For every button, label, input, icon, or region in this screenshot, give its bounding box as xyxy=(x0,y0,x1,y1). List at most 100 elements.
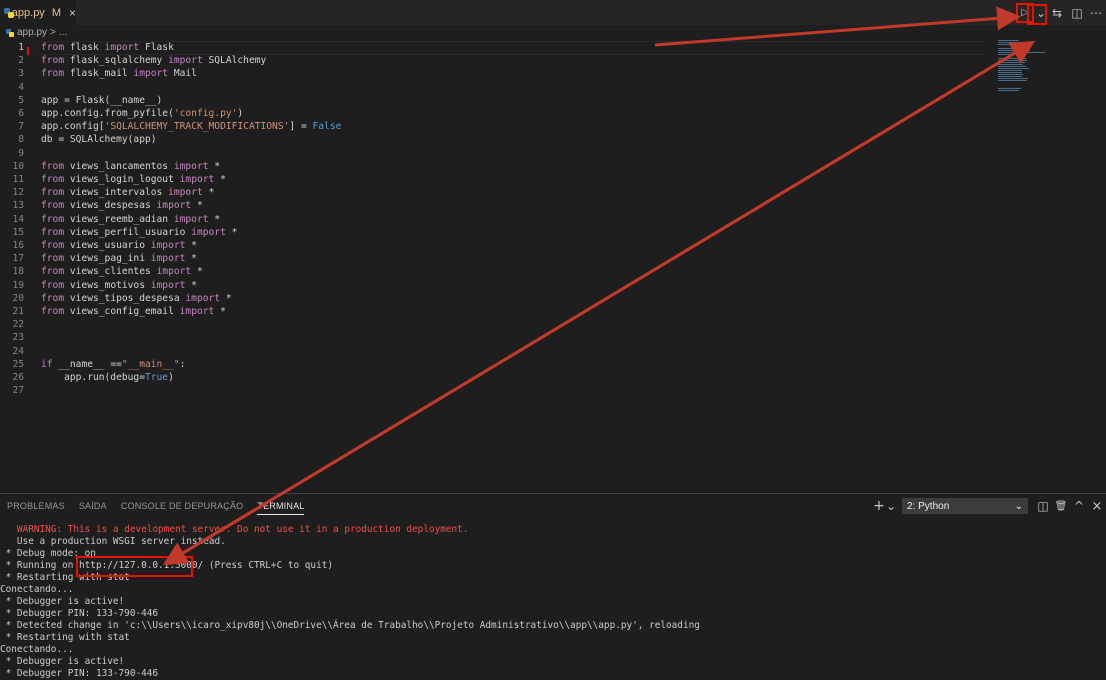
code-token: import xyxy=(133,68,169,80)
split-editor-icon[interactable]: ◫ xyxy=(1068,6,1086,20)
code-token: views_clientes xyxy=(64,266,157,278)
tab-app-py[interactable]: app.py M × xyxy=(0,0,76,25)
line-number: 3 xyxy=(18,68,24,80)
code-line[interactable]: 11 from views_login_logout import * xyxy=(0,173,980,186)
code-token: import xyxy=(156,200,192,212)
line-number: 23 xyxy=(12,332,24,344)
code-token: app.run(debug= xyxy=(41,372,145,383)
code-token: ) xyxy=(168,372,174,383)
minimap-line xyxy=(998,76,1023,77)
code-line[interactable]: 22 xyxy=(0,318,980,331)
panel-tab[interactable]: SAÍDA xyxy=(79,501,107,511)
code-line[interactable]: 27 xyxy=(0,384,980,397)
minimap-line xyxy=(998,88,1021,89)
code-token: from xyxy=(41,213,65,225)
code-line[interactable]: 5 app = Flask(__name__) xyxy=(0,94,980,107)
minimap-line xyxy=(998,68,1029,69)
maximize-panel-icon[interactable]: ^ xyxy=(1070,499,1088,513)
code-line[interactable]: 13 from views_despesas import * xyxy=(0,199,980,212)
kill-terminal-trash-icon[interactable]: 🗑 xyxy=(1052,501,1070,512)
more-actions-icon[interactable]: ⋯ xyxy=(1086,6,1106,20)
panel-tab[interactable]: PROBLEMAS xyxy=(7,501,65,511)
code-line[interactable]: 9 xyxy=(0,147,980,160)
code-line[interactable]: 17 from views_pag_ini import * xyxy=(0,252,980,265)
code-text: from flask_sqlalchemy import SQLAlchemy xyxy=(41,54,266,67)
minimap-line xyxy=(998,64,1024,65)
new-terminal-icon[interactable]: + xyxy=(872,498,886,514)
code-token: ) xyxy=(237,108,244,119)
code-token: * xyxy=(185,240,197,251)
code-token: from xyxy=(41,55,65,67)
terminal-select[interactable]: 2: Python ⌄ xyxy=(902,498,1028,514)
code-text: app.config.from_pyfile('config.py') xyxy=(41,107,243,120)
terminal-line: * Detected change in 'c:\\Users\\icaro_x… xyxy=(0,620,700,631)
code-token: from xyxy=(41,240,65,251)
code-line[interactable]: 23 xyxy=(0,331,980,344)
code-token: * xyxy=(208,213,221,225)
code-line[interactable]: 4 xyxy=(0,81,980,94)
code-token: app.config.from_pyfile( xyxy=(41,108,174,119)
code-line[interactable]: 20 from views_tipos_despesa import * xyxy=(0,292,980,305)
minimap-line xyxy=(998,70,1023,71)
code-editor[interactable]: 1 from flask import Flask 2 from flask_sqla… xyxy=(0,40,1106,492)
minimap[interactable] xyxy=(990,40,1060,100)
code-line[interactable]: 14 from views_reemb_adian import * xyxy=(0,213,980,226)
code-text: from views_clientes import * xyxy=(41,265,203,278)
code-token: * xyxy=(208,160,221,172)
line-number: 10 xyxy=(12,160,24,172)
open-changes-icon[interactable]: ⇆ xyxy=(1046,6,1068,20)
code-line[interactable]: 16 from views_usuario import * xyxy=(0,239,980,252)
code-text: from views_despesas import * xyxy=(41,199,203,212)
code-token: views_tipos_despesa xyxy=(64,292,186,304)
code-line[interactable]: 8 db = SQLAlchemy(app) xyxy=(0,133,980,146)
close-panel-icon[interactable]: × xyxy=(1088,499,1106,514)
code-token: from xyxy=(41,68,65,80)
code-line[interactable]: 19 from views_motivos import * xyxy=(0,279,980,292)
code-token: import xyxy=(191,226,226,238)
terminal-line: * Debugger is active! xyxy=(0,596,125,607)
breadcrumb-symbols[interactable]: ... xyxy=(59,27,67,38)
code-line[interactable]: 21 from views_config_email import * xyxy=(0,305,980,318)
close-tab-icon[interactable]: × xyxy=(69,6,76,20)
terminal-line: Conectando... xyxy=(0,584,74,595)
code-line[interactable]: 26 app.run(debug=True) xyxy=(0,371,980,384)
run-button-highlight-box xyxy=(1027,4,1047,25)
code-text: from views_login_logout import * xyxy=(41,173,226,186)
code-line[interactable]: 3 from flask_mail import Mail xyxy=(0,67,980,80)
code-token: * xyxy=(202,187,215,199)
code-token: * xyxy=(214,174,226,185)
code-line[interactable]: 25 if __name__ =="__main__": xyxy=(0,358,980,371)
code-line[interactable]: 7 app.config['SQLALCHEMY_TRACK_MODIFICATI… xyxy=(0,120,980,133)
panel-tab[interactable]: TERMINAL xyxy=(257,501,305,515)
breadcrumb-file[interactable]: app.py xyxy=(17,27,47,38)
line-number: 25 xyxy=(12,358,24,370)
minimap-line xyxy=(998,54,1016,55)
code-token: from xyxy=(41,306,65,317)
terminal-profile-chevron-icon[interactable]: ⌄ xyxy=(886,499,896,513)
code-line[interactable]: 18 from views_clientes import * xyxy=(0,265,980,278)
code-line[interactable]: 12 from views_intervalos import * xyxy=(0,186,980,199)
code-token: views_reemb_adian xyxy=(64,213,174,225)
code-line[interactable]: 2 from flask_sqlalchemy import SQLAlchemy xyxy=(0,54,980,67)
code-text: from views_usuario import * xyxy=(41,239,197,252)
code-line[interactable]: 6 app.config.from_pyfile('config.py') xyxy=(0,107,980,120)
line-number: 13 xyxy=(12,200,24,212)
terminal-output[interactable]: WARNING: This is a development server. D… xyxy=(0,524,1106,679)
line-number: 17 xyxy=(12,253,24,265)
code-token: views_despesas xyxy=(64,200,157,212)
minimap-line xyxy=(998,74,1024,75)
code-token: from xyxy=(41,253,65,265)
minimap-line xyxy=(998,48,1017,49)
panel-tab[interactable]: CONSOLE DE DEPURAÇÃO xyxy=(121,501,244,511)
code-token: import xyxy=(150,279,186,291)
terminal-select-value: 2: Python xyxy=(907,500,950,512)
code-text: app.config['SQLALCHEMY_TRACK_MODIFICATIO… xyxy=(41,120,341,133)
minimap-line xyxy=(998,66,1026,67)
code-line[interactable]: 15 from views_perfil_usuario import * xyxy=(0,226,980,239)
code-line[interactable]: 10 from views_lancamentos import * xyxy=(0,160,980,173)
line-number: 19 xyxy=(12,279,24,291)
code-line[interactable]: 24 xyxy=(0,345,980,358)
split-terminal-icon[interactable]: ◫ xyxy=(1034,499,1052,513)
python-file-icon xyxy=(4,7,14,18)
minimap-line xyxy=(998,58,1026,59)
